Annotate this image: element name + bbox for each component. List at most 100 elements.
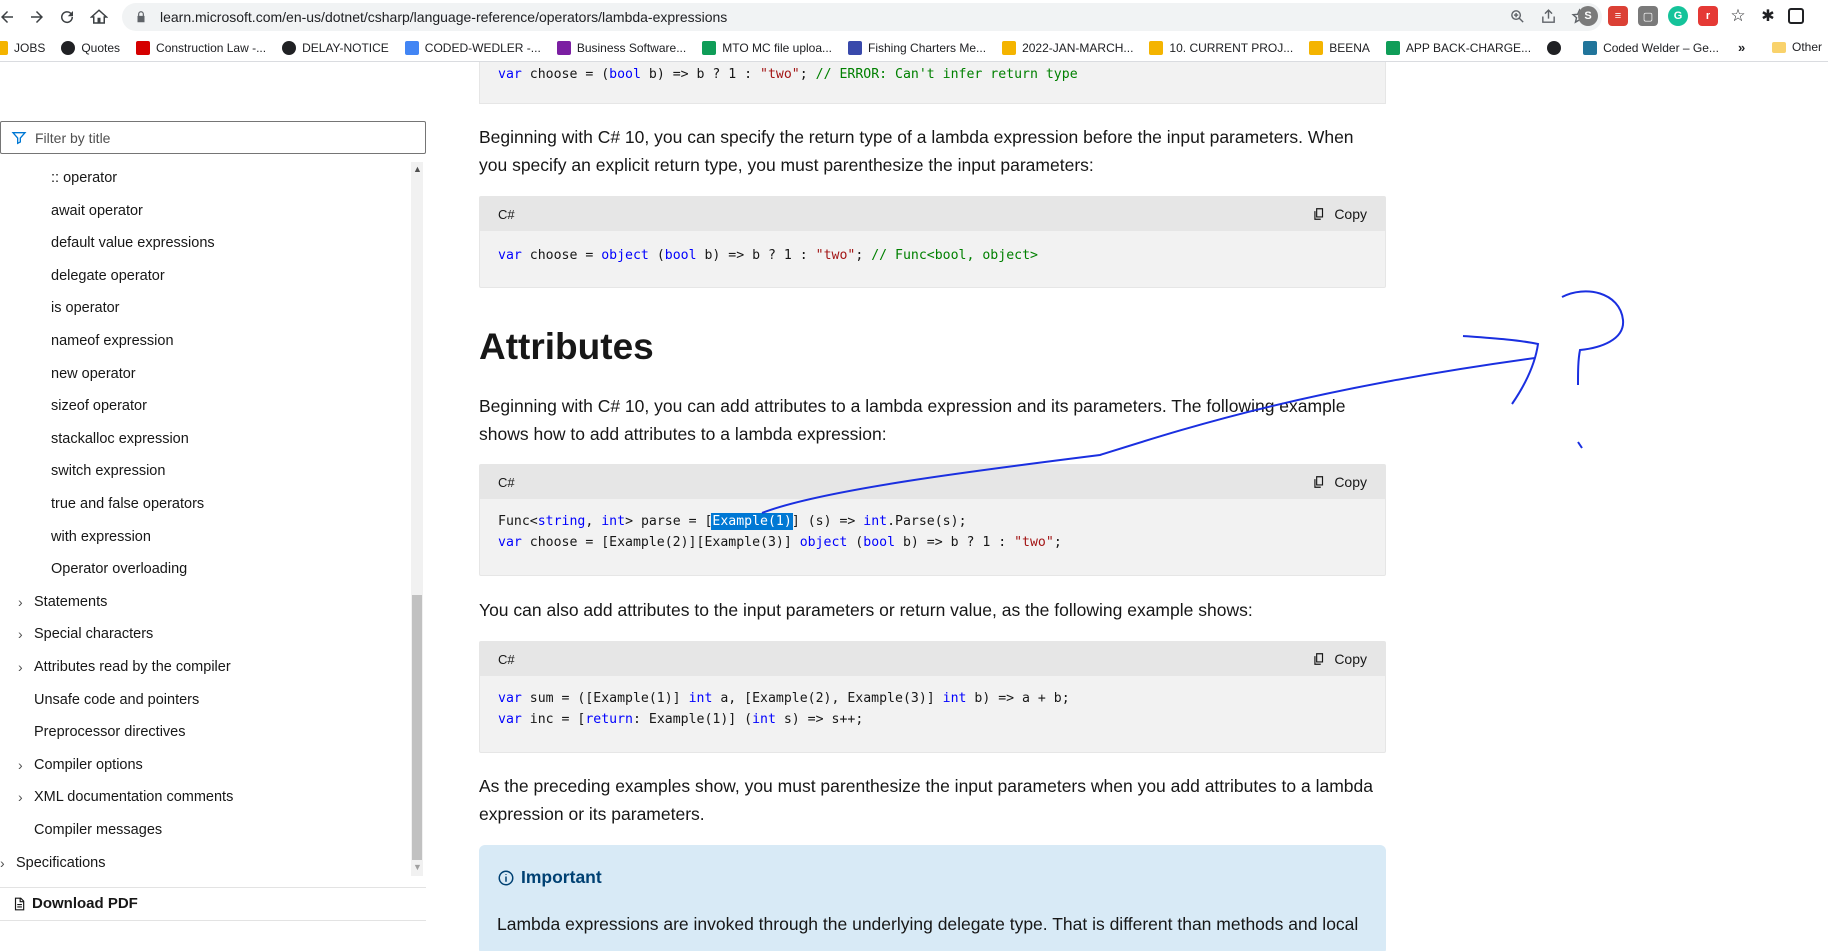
arrow-right-icon <box>31 11 43 23</box>
gray-extension-icon[interactable]: ▢ <box>1638 6 1658 26</box>
bookmark-item[interactable]: APP BACK-CHARGE... <box>1385 40 1532 55</box>
important-alert: Important Lambda expressions are invoked… <box>479 845 1386 951</box>
bookmark-label: BEENA <box>1329 40 1370 55</box>
code-body: var sum = ([Example(1)] int a, [Example(… <box>498 691 1070 727</box>
zoom-icon[interactable] <box>1509 8 1526 25</box>
toc-item[interactable]: › Special characters <box>18 626 153 642</box>
toc-item-label: Statements <box>34 593 108 610</box>
annotation-question-mark <box>1561 290 1625 386</box>
arrow-left-icon <box>1 11 13 23</box>
bookmarks-bar: JOBS Quotes Construction Law -... DELAY-NOT… <box>0 34 1828 62</box>
bookmark-item[interactable]: Fishing Charters Me... <box>848 40 986 55</box>
todoist-extension-icon[interactable]: ≡ <box>1608 6 1628 26</box>
toc-item[interactable]: nameof expression <box>51 333 174 349</box>
toc-filter-input[interactable]: Filter by title <box>0 121 426 154</box>
important-title: Important <box>497 867 1368 888</box>
toc-item[interactable]: › Specifications <box>0 855 105 871</box>
bookmark-item[interactable]: BEENA <box>1309 40 1370 55</box>
m-icon <box>556 40 571 55</box>
toc-item[interactable]: › XML documentation comments <box>18 789 234 806</box>
bookmark-item[interactable]: Quotes <box>61 40 120 55</box>
bookmark-label: 10. CURRENT PROJ... <box>1169 40 1294 55</box>
toc-item[interactable]: › Attributes read by the compiler <box>18 659 231 675</box>
bookmark-item[interactable]: 10. CURRENT PROJ... <box>1149 40 1294 55</box>
bookmark-label: APP BACK-CHARGE... <box>1405 40 1532 55</box>
code-header: C# Copy <box>480 642 1385 676</box>
toc-item[interactable]: switch expression <box>51 463 165 479</box>
toc-item[interactable]: Unsafe code and pointers <box>34 692 199 708</box>
forward-button[interactable] <box>22 2 52 32</box>
code-language-label: C# <box>498 474 515 490</box>
copy-button[interactable]: Copy <box>1312 651 1367 667</box>
grammarly-extension-icon[interactable]: G <box>1668 6 1688 26</box>
extension-bar: S ≡ ▢ G r ☆ ✱ <box>1578 6 1804 26</box>
reload-button[interactable] <box>52 2 82 32</box>
bookmark-item[interactable]: CODED-WEDLER -... <box>404 40 541 55</box>
bookmark-item[interactable] <box>1547 40 1567 55</box>
copy-button[interactable]: Copy <box>1312 474 1367 490</box>
skype-extension-icon[interactable]: S <box>1578 6 1598 26</box>
bookmark-item[interactable]: MTO MC file uploa... <box>702 40 832 55</box>
globe-icon <box>1547 40 1562 55</box>
plus-icon <box>702 40 717 55</box>
fish-icon <box>848 40 863 55</box>
globe-icon <box>282 40 297 55</box>
home-button[interactable] <box>84 2 114 32</box>
bookmark-label: Construction Law -... <box>156 40 267 55</box>
copy-button[interactable]: Copy <box>1312 206 1367 222</box>
more-bookmarks-button[interactable]: » <box>1738 40 1745 55</box>
google-icon <box>404 40 419 55</box>
bookmark-label: JOBS <box>14 40 46 55</box>
toc-item[interactable]: Compiler messages <box>34 822 162 838</box>
toc-item[interactable]: Preprocessor directives <box>34 724 186 740</box>
lock-icon <box>137 11 145 23</box>
toc-item[interactable]: delegate operator <box>51 268 165 284</box>
copy-icon <box>1314 476 1324 488</box>
scroll-up-arrow-icon[interactable]: ▲ <box>413 164 422 174</box>
home-icon <box>90 9 108 24</box>
download-pdf-link[interactable]: Download PDF <box>12 895 138 912</box>
toc-item[interactable]: :: operator <box>51 170 117 186</box>
important-title-text: Important <box>521 867 602 887</box>
toc-item[interactable]: is operator <box>51 300 120 316</box>
red-extension-icon[interactable]: r <box>1698 6 1718 26</box>
toc-item[interactable]: › Statements <box>18 593 108 610</box>
toc-divider <box>0 887 426 888</box>
toc-item[interactable]: › Compiler options <box>18 757 143 773</box>
back-button[interactable] <box>0 2 22 32</box>
toc-item[interactable]: stackalloc expression <box>51 431 189 447</box>
url-field[interactable]: learn.microsoft.com/en-us/dotnet/csharp/… <box>122 3 1602 31</box>
folder-icon <box>1772 41 1786 53</box>
document-icon <box>14 897 25 910</box>
bookmark-item[interactable]: DELAY-NOTICE <box>282 40 389 55</box>
toc-item[interactable]: sizeof operator <box>51 398 147 414</box>
toc-item[interactable]: true and false operators <box>51 496 204 512</box>
toc-item[interactable]: new operator <box>51 366 136 382</box>
toc-item-label: default value expressions <box>51 235 215 252</box>
bookmark-label: 2022-JAN-MARCH... <box>1022 40 1134 55</box>
toc-item-label: Attributes read by the compiler <box>34 659 231 675</box>
toc-item-label: sizeof operator <box>51 398 147 415</box>
toc-scrollbar-thumb[interactable] <box>412 595 422 860</box>
other-bookmarks-folder[interactable]: Other <box>1772 40 1822 54</box>
paragraph-return-type: Beginning with C# 10, you can specify th… <box>479 127 1354 175</box>
toc-item[interactable]: await operator <box>51 203 143 219</box>
drive-icon <box>1002 40 1017 55</box>
toc-item[interactable]: Operator overloading <box>51 561 187 577</box>
toc-item-label: stackalloc expression <box>51 430 189 447</box>
bookmark-item[interactable]: Coded Welder – Ge... <box>1583 40 1719 55</box>
toc-item-label: XML documentation comments <box>34 789 234 806</box>
bookmark-item[interactable]: JOBS <box>0 40 46 55</box>
star-icon[interactable]: ☆ <box>1728 6 1748 26</box>
puzzle-extensions-icon[interactable]: ✱ <box>1758 6 1778 26</box>
toc-item[interactable]: with expression <box>51 529 151 545</box>
share-icon[interactable] <box>1540 8 1557 25</box>
scroll-down-arrow-icon[interactable]: ▼ <box>413 862 422 872</box>
bookmark-item[interactable]: Business Software... <box>556 40 686 55</box>
bookmark-item[interactable]: Construction Law -... <box>136 40 267 55</box>
toc-item[interactable]: default value expressions <box>51 235 215 251</box>
bookmark-item[interactable]: 2022-JAN-MARCH... <box>1002 40 1134 55</box>
profile-icon[interactable] <box>1788 8 1804 24</box>
plus-icon <box>1385 40 1400 55</box>
download-pdf-label: Download PDF <box>32 895 138 912</box>
